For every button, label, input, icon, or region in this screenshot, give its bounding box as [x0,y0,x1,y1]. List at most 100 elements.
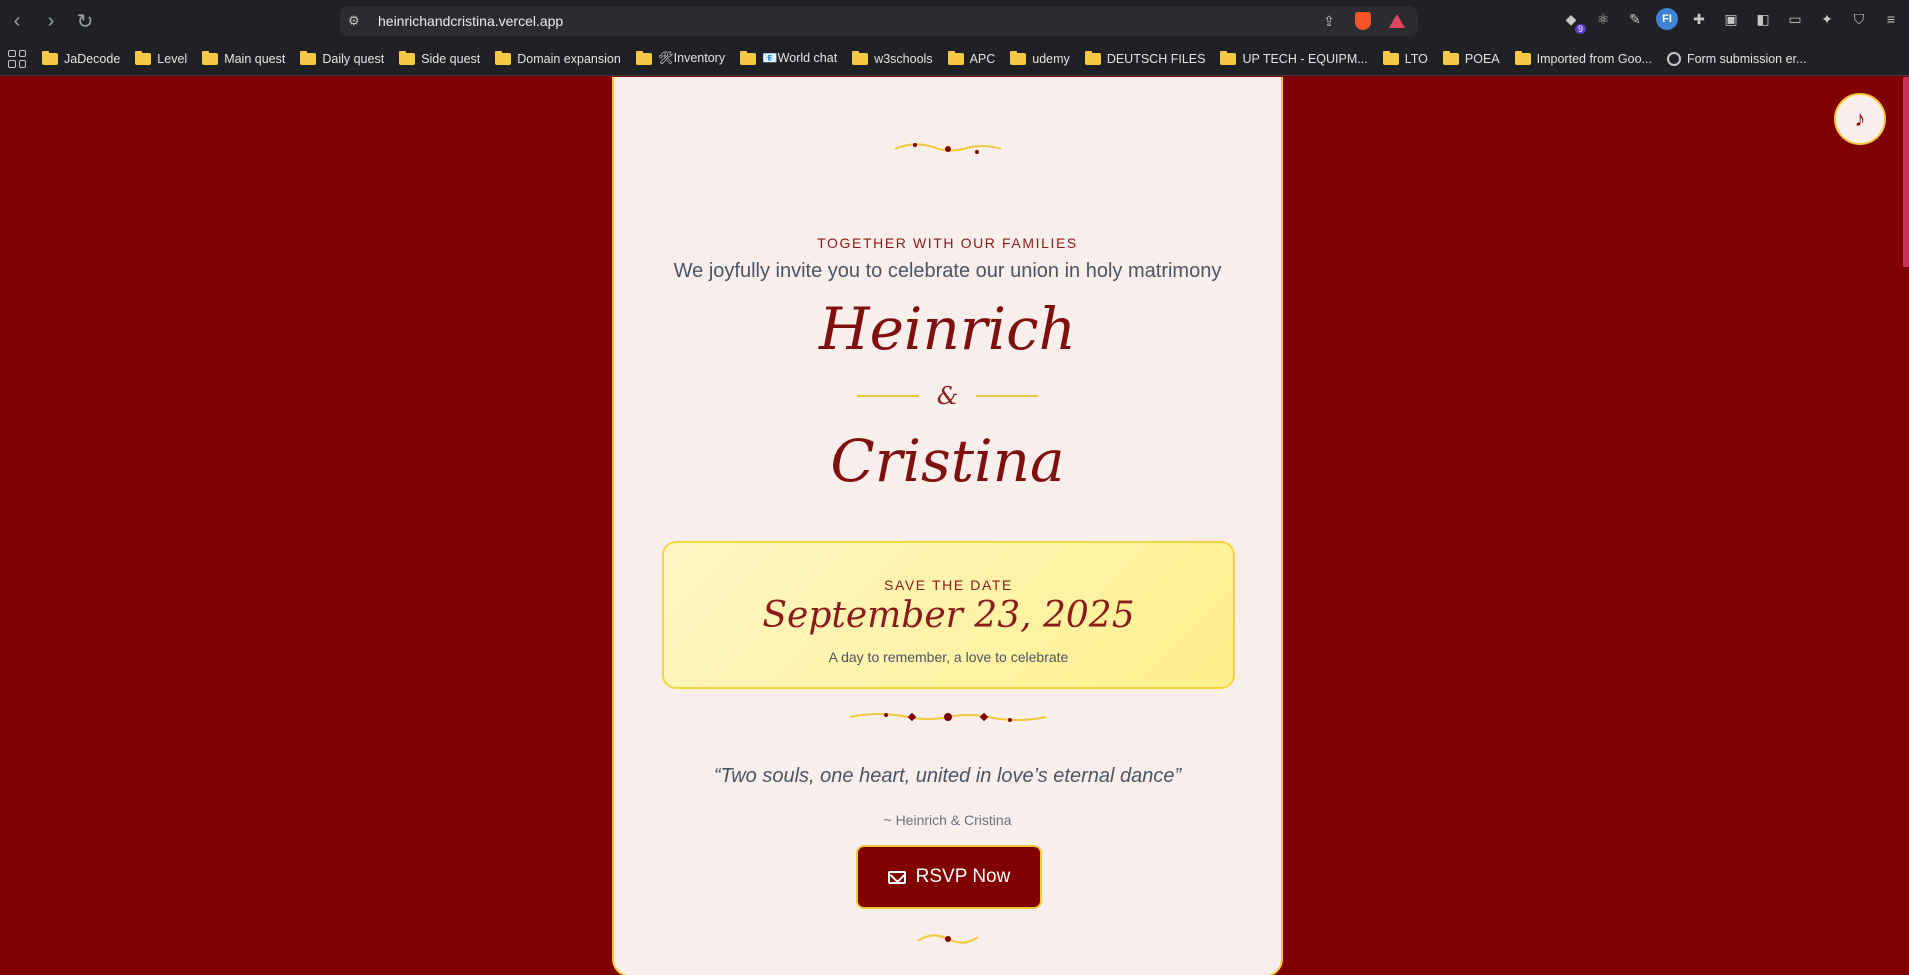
bookmarks-bar: JaDecode Level Main quest Daily quest Si… [0,42,1909,76]
folder-icon [1010,50,1027,65]
folder-icon [1084,50,1101,65]
bookmark-label: Imported from Goo... [1536,51,1652,66]
bookmark-label: udemy [1032,51,1070,66]
folder-icon [42,50,58,65]
brave-rewards-icon[interactable] [1388,12,1406,30]
quote-author: ~ Heinrich & Cristina [883,812,1012,828]
love-quote: “Two souls, one heart, united in love’s … [713,765,1182,787]
menu-icon[interactable]: ≡ [1880,8,1902,30]
divider-line [976,395,1039,397]
flourish-ornament-middle [614,705,1281,734]
folder-icon [399,50,416,65]
bookmark-folder[interactable]: UP TECH - EQUIPM... [1220,50,1368,66]
ampersand: & [936,382,959,410]
wedding-date: September 23, 2025 [762,595,1135,636]
save-the-date-label: SAVE THE DATE [884,577,1013,593]
puzzle-extensions-icon[interactable]: ✚ [1688,8,1710,30]
page-viewport: TOGETHER WITH OUR FAMILIES We joyfully i… [0,77,1909,975]
address-bar[interactable]: ⚙ heinrichandcristina.vercel.app ⇪ [340,6,1418,36]
families-heading: TOGETHER WITH OUR FAMILIES [817,235,1078,251]
folder-icon [495,50,512,65]
vpn-shield-icon[interactable]: ⛉ [1848,8,1870,30]
mail-icon [887,870,906,884]
ampersand-divider: & [614,382,1281,410]
bookmark-folder[interactable]: 📧World chat [740,50,838,66]
groom-name: Heinrich [819,295,1076,363]
pen-icon[interactable]: ✎ [1624,8,1646,30]
bookmark-folder[interactable]: JaDecode [42,50,121,66]
bookmark-label: 📧World chat [762,51,838,65]
bookmark-label: Level [157,51,188,66]
bookmark-folder[interactable]: Domain expansion [495,50,621,66]
date-subtitle: A day to remember, a love to celebrate [828,649,1069,665]
folder-icon [300,50,317,65]
bookmark-label: Daily quest [322,51,385,66]
sidebar-icon[interactable]: ◧ [1752,8,1774,30]
address-bar-actions: ⇪ [1320,12,1418,30]
bookmark-folder[interactable]: 🛠Inventory [635,50,726,66]
bookmark-label: Side quest [421,51,481,66]
flourish-ornament-top [614,139,1281,164]
folder-icon [1220,50,1237,65]
extension-badge: 9 [1574,24,1586,34]
folder-icon [135,50,152,65]
fi-extension-icon[interactable]: FI [1656,8,1678,30]
bookmark-folder[interactable]: LTO [1382,50,1428,66]
music-toggle-button[interactable]: ♪ [1834,93,1886,145]
bookmark-label: POEA [1464,51,1500,66]
extension-icon[interactable]: ◆ 9 [1560,8,1586,34]
leo-ai-icon[interactable]: ✦ [1816,8,1838,30]
bookmark-folder[interactable]: Daily quest [300,50,385,66]
bookmark-folder[interactable]: APC [947,50,996,66]
bookmark-folder[interactable]: DEUTSCH FILES [1084,50,1206,66]
bookmark-label: 🛠Inventory [657,51,726,65]
bride-name: Cristina [830,427,1065,495]
bookmark-folder[interactable]: Level [135,50,188,66]
bookmark-label: LTO [1404,51,1428,66]
bookmark-label: Form submission er... [1686,51,1807,66]
tab-search-icon[interactable]: ▣ [1720,8,1742,30]
rsvp-button[interactable]: RSVP Now [856,845,1042,909]
brave-shields-icon[interactable] [1354,12,1372,30]
forward-icon[interactable]: › [36,6,66,36]
bookmark-folder[interactable]: Side quest [399,50,481,66]
flourish-ornament-bottom [614,929,1281,954]
site-settings-icon[interactable]: ⚙ [348,13,368,29]
bookmark-link[interactable]: Form submission er... [1666,51,1807,66]
bookmark-folder[interactable]: Imported from Goo... [1514,50,1652,66]
nav-buttons: ‹ › ↻ ▯ [0,6,360,36]
apps-grid-icon[interactable] [8,49,26,68]
bookmark-label: DEUTSCH FILES [1106,51,1206,66]
invitation-line: We joyfully invite you to celebrate our … [673,260,1222,282]
flourish-icon [916,934,979,944]
reload-icon[interactable]: ↻ [70,6,100,36]
url-text[interactable]: heinrichandcristina.vercel.app [378,13,563,29]
bookmark-folder[interactable]: w3schools [852,50,933,66]
bookmark-label: JaDecode [64,51,121,66]
site-favicon-icon [1666,51,1681,66]
folder-icon [852,50,869,65]
folder-icon [740,50,757,65]
wallet-icon[interactable]: ▭ [1784,8,1806,30]
save-the-date-box: SAVE THE DATE September 23, 2025 A day t… [662,541,1235,689]
back-icon[interactable]: ‹ [2,6,32,36]
divider-line [856,395,919,397]
scrollbar-thumb[interactable] [1903,77,1909,267]
react-devtools-icon[interactable]: ⚛ [1592,8,1614,30]
extensions-area: ◆ 9 ⚛ ✎ FI ✚ ▣ ◧ ▭ ✦ ⛉ ≡ [1560,8,1902,34]
flourish-icon [849,712,1046,722]
bookmark-folder[interactable]: POEA [1442,50,1500,66]
bookmark-folder[interactable]: udemy [1010,50,1070,66]
bookmark-label: UP TECH - EQUIPM... [1242,51,1368,66]
share-icon[interactable]: ⇪ [1320,12,1338,30]
rsvp-label: RSVP Now [915,866,1011,887]
folder-icon [1442,50,1459,65]
folder-icon [202,50,219,65]
music-note-icon: ♪ [1854,106,1866,131]
bookmark-label: Main quest [224,51,286,66]
browser-toolbar: ‹ › ↻ ▯ ⚙ heinrichandcristina.vercel.app… [0,0,1909,42]
folder-icon [1514,50,1531,65]
bookmark-label: APC [969,51,996,66]
folder-icon [635,50,652,65]
bookmark-folder[interactable]: Main quest [202,50,286,66]
